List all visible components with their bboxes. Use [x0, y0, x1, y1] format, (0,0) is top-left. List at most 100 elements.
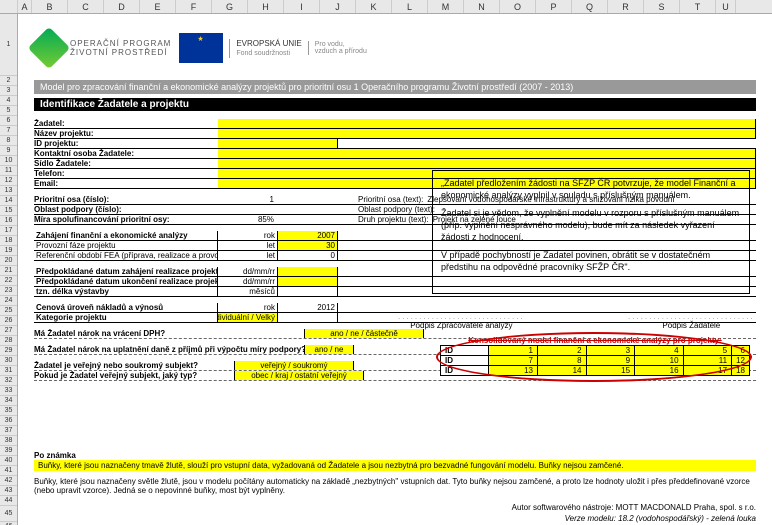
- cons-r1-c6[interactable]: 5: [683, 346, 732, 356]
- input-nazev[interactable]: [218, 129, 756, 138]
- row-42[interactable]: 42: [0, 476, 17, 486]
- input-zadatel[interactable]: [218, 119, 756, 128]
- row-10[interactable]: 10: [0, 156, 17, 166]
- input-narok-dane[interactable]: ano / ne: [304, 345, 354, 354]
- row-16[interactable]: 16: [0, 216, 17, 226]
- cons-r1-c3[interactable]: 2: [538, 346, 587, 356]
- row-1[interactable]: 1: [0, 14, 17, 76]
- cons-r2-c6[interactable]: 11: [683, 356, 732, 366]
- row-17[interactable]: 17: [0, 226, 17, 236]
- cons-r1-c1[interactable]: ID: [441, 346, 489, 356]
- row-40[interactable]: 40: [0, 456, 17, 466]
- row-21[interactable]: 21: [0, 266, 17, 276]
- row-34[interactable]: 34: [0, 396, 17, 406]
- value-rok-zah[interactable]: 2007: [278, 231, 338, 240]
- row-23[interactable]: 23: [0, 286, 17, 296]
- row-22[interactable]: 22: [0, 276, 17, 286]
- input-idproj[interactable]: [218, 139, 338, 148]
- col-I[interactable]: I: [284, 0, 320, 13]
- cons-r1-c5[interactable]: 4: [635, 346, 684, 356]
- col-S[interactable]: S: [644, 0, 680, 13]
- col-F[interactable]: F: [176, 0, 212, 13]
- row-28[interactable]: 28: [0, 336, 17, 346]
- cons-r1-c4[interactable]: 3: [586, 346, 635, 356]
- row-43[interactable]: 43: [0, 486, 17, 496]
- row-26[interactable]: 26: [0, 316, 17, 326]
- row-24[interactable]: 24: [0, 296, 17, 306]
- col-U[interactable]: U: [716, 0, 736, 13]
- row-35[interactable]: 35: [0, 406, 17, 416]
- row-7[interactable]: 7: [0, 126, 17, 136]
- row-14[interactable]: 14: [0, 196, 17, 206]
- row-3[interactable]: 3: [0, 86, 17, 96]
- cons-r2-c1[interactable]: ID: [441, 356, 489, 366]
- col-D[interactable]: D: [104, 0, 140, 13]
- row-39[interactable]: 39: [0, 446, 17, 456]
- cons-r3-c6[interactable]: 17: [683, 366, 732, 376]
- row-29[interactable]: 29: [0, 346, 17, 356]
- row-44[interactable]: 44: [0, 496, 17, 506]
- value-provoz[interactable]: 30: [278, 241, 338, 250]
- col-G[interactable]: G: [212, 0, 248, 13]
- input-predpoklad-z[interactable]: [278, 267, 338, 276]
- row-9[interactable]: 9: [0, 146, 17, 156]
- cons-r2-c3[interactable]: 8: [538, 356, 587, 366]
- row-8[interactable]: 8: [0, 136, 17, 146]
- col-A[interactable]: A: [18, 0, 32, 13]
- row-38[interactable]: 38: [0, 436, 17, 446]
- col-P[interactable]: P: [536, 0, 572, 13]
- input-kontakt[interactable]: [218, 149, 756, 158]
- row-19[interactable]: 19: [0, 246, 17, 256]
- row-37[interactable]: 37: [0, 426, 17, 436]
- row-4[interactable]: 4: [0, 96, 17, 106]
- row-20[interactable]: 20: [0, 256, 17, 266]
- row-41[interactable]: 41: [0, 466, 17, 476]
- cons-r3-c1[interactable]: ID: [441, 366, 489, 376]
- input-narok-dph[interactable]: ano / ne / částečně: [304, 329, 424, 338]
- input-sidlo[interactable]: [218, 159, 756, 168]
- col-B[interactable]: B: [32, 0, 68, 13]
- col-H[interactable]: H: [248, 0, 284, 13]
- cons-r3-c7[interactable]: 18: [732, 366, 750, 376]
- cons-r3-c4[interactable]: 15: [586, 366, 635, 376]
- row-31[interactable]: 31: [0, 366, 17, 376]
- row-13[interactable]: 13: [0, 186, 17, 196]
- value-prioritni[interactable]: 1: [218, 195, 278, 204]
- cons-r2-c4[interactable]: 9: [586, 356, 635, 366]
- row-25[interactable]: 25: [0, 306, 17, 316]
- cons-r2-c5[interactable]: 10: [635, 356, 684, 366]
- cons-r3-c5[interactable]: 16: [635, 366, 684, 376]
- col-R[interactable]: R: [608, 0, 644, 13]
- cons-r3-c3[interactable]: 14: [538, 366, 587, 376]
- row-32[interactable]: 32: [0, 376, 17, 386]
- cons-r1-c2[interactable]: 1: [489, 346, 538, 356]
- row-6[interactable]: 6: [0, 116, 17, 126]
- col-Q[interactable]: Q: [572, 0, 608, 13]
- col-J[interactable]: J: [320, 0, 356, 13]
- col-C[interactable]: C: [68, 0, 104, 13]
- cons-r1-c7[interactable]: 6: [732, 346, 750, 356]
- col-M[interactable]: M: [428, 0, 464, 13]
- col-O[interactable]: O: [500, 0, 536, 13]
- row-27[interactable]: 27: [0, 326, 17, 336]
- row-36[interactable]: 36: [0, 416, 17, 426]
- row-5[interactable]: 5: [0, 106, 17, 116]
- row-2[interactable]: 2: [0, 76, 17, 86]
- row-18[interactable]: 18: [0, 236, 17, 246]
- input-predpoklad-u[interactable]: [278, 277, 338, 286]
- col-N[interactable]: N: [464, 0, 500, 13]
- row-11[interactable]: 11: [0, 166, 17, 176]
- row-45[interactable]: 45: [0, 506, 17, 522]
- col-L[interactable]: L: [392, 0, 428, 13]
- cons-r3-c2[interactable]: 13: [489, 366, 538, 376]
- row-12[interactable]: 12: [0, 176, 17, 186]
- row-30[interactable]: 30: [0, 356, 17, 366]
- row-33[interactable]: 33: [0, 386, 17, 396]
- cons-r2-c7[interactable]: 12: [732, 356, 750, 366]
- value-kategorie[interactable]: Individuální / Velký: [218, 313, 278, 322]
- col-T[interactable]: T: [680, 0, 716, 13]
- row-15[interactable]: 15: [0, 206, 17, 216]
- cons-r2-c2[interactable]: 7: [489, 356, 538, 366]
- input-verejny[interactable]: veřejný / soukromý: [234, 361, 354, 370]
- input-pokud[interactable]: obec / kraj / ostatní veřejný: [234, 371, 364, 380]
